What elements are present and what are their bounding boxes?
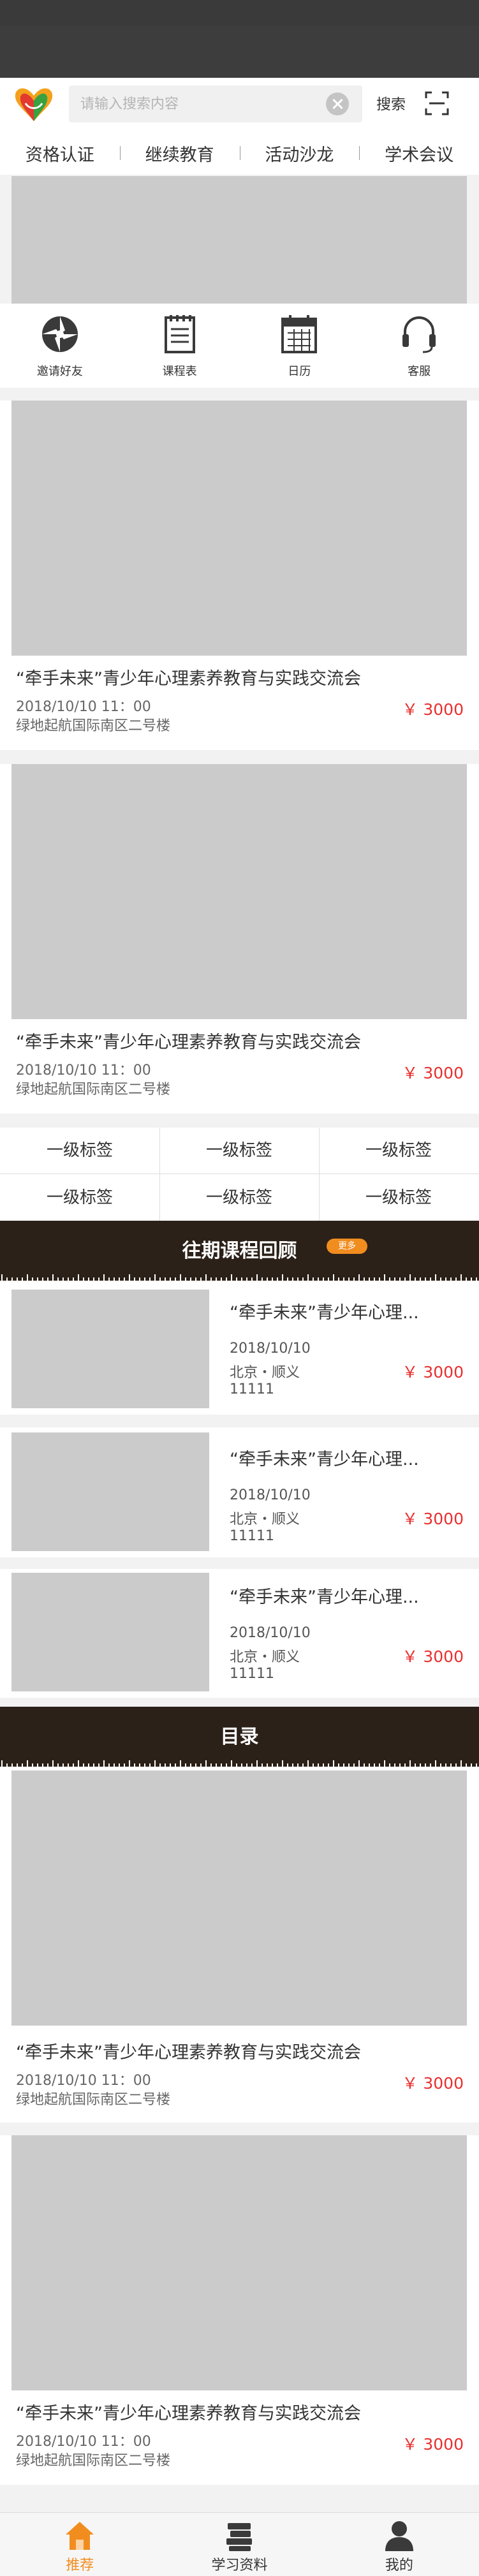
bottom-tab-bar: 推荐 学习资料 我的 (0, 2512, 479, 2576)
event-time: 2018/10/10 11：00 (16, 2073, 151, 2089)
tag-item[interactable]: 一级标签 (0, 1175, 159, 1221)
course-image (11, 1432, 209, 1551)
quick-menu: 邀请好友 课程表 日历 客服 (0, 304, 479, 388)
course-list-item[interactable]: “牵手未来”青少年心理... 2018/10/10 北京・顺义 11111 ￥ … (0, 1284, 479, 1415)
headset-icon (402, 316, 436, 353)
more-button[interactable]: 更多 (327, 1239, 367, 1254)
event-card[interactable]: “牵手未来”青少年心理素养教育与实践交流会 2018/10/10 11：00 绿… (0, 2135, 479, 2485)
tab-mine[interactable]: 我的 (320, 2513, 479, 2576)
search-button[interactable]: 搜索 (376, 92, 406, 114)
tab-label: 学习资料 (211, 2558, 268, 2573)
course-date: 2018/10/10 (230, 1625, 311, 1641)
event-price: ￥ 3000 (402, 1064, 464, 1082)
search-input[interactable] (80, 85, 323, 122)
tag-item[interactable]: 一级标签 (0, 1128, 159, 1174)
event-title: “牵手未来”青少年心理素养教育与实践交流会 (16, 1033, 361, 1052)
quick-item-label: 课程表 (162, 365, 197, 378)
event-card[interactable]: “牵手未来”青少年心理素养教育与实践交流会 2018/10/10 11：00 绿… (0, 1770, 479, 2123)
category-tabs: 资格认证 继续教育 活动沙龙 学术会议 (0, 131, 479, 175)
event-time: 2018/10/10 11：00 (16, 699, 151, 715)
course-title: “牵手未来”青少年心理... (230, 1303, 419, 1323)
course-list-item[interactable]: “牵手未来”青少年心理... 2018/10/10 北京・顺义 11111 ￥ … (0, 1569, 479, 1698)
event-title: “牵手未来”青少年心理素养教育与实践交流会 (16, 2043, 361, 2063)
section-title: 目录 (220, 1726, 259, 1748)
tag-item[interactable]: 一级标签 (319, 1128, 478, 1174)
banner-image[interactable] (11, 176, 467, 304)
section-title: 往期课程回顾 (182, 1240, 297, 1262)
course-price: ￥ 3000 (402, 1647, 464, 1666)
course-number: 11111 (230, 1528, 274, 1544)
course-location: 北京・顺义 (230, 1649, 300, 1665)
course-image (11, 1290, 209, 1408)
event-image (11, 764, 467, 1019)
tag-item[interactable]: 一级标签 (159, 1128, 319, 1174)
course-image (11, 1573, 209, 1691)
notebook-icon (164, 315, 195, 353)
books-icon (226, 2523, 253, 2551)
tag-grid: 一级标签 一级标签 一级标签 一级标签 一级标签 一级标签 (0, 1128, 479, 1221)
event-title: “牵手未来”青少年心理素养教育与实践交流会 (16, 2404, 361, 2424)
tab-continuing-education[interactable]: 继续教育 (119, 141, 240, 166)
event-time: 2018/10/10 11：00 (16, 2434, 151, 2450)
user-icon (385, 2521, 413, 2551)
tab-label: 推荐 (66, 2558, 94, 2573)
course-location: 北京・顺义 (230, 1365, 300, 1381)
clear-icon[interactable] (326, 92, 349, 115)
course-location: 北京・顺义 (230, 1512, 300, 1527)
ruler-decoration (0, 1274, 479, 1284)
event-place: 绿地起航国际南区二号楼 (16, 718, 171, 734)
quick-item-label: 日历 (288, 365, 311, 378)
tab-study-materials[interactable]: 学习资料 (159, 2513, 319, 2576)
event-time: 2018/10/10 11：00 (16, 1063, 151, 1078)
quick-item-label: 客服 (408, 365, 431, 378)
event-price: ￥ 3000 (402, 2435, 464, 2454)
quick-item-invite[interactable]: 邀请好友 (0, 304, 120, 388)
event-price: ￥ 3000 (402, 700, 464, 719)
course-date: 2018/10/10 (230, 1487, 311, 1503)
event-price: ￥ 3000 (402, 2074, 464, 2093)
course-price: ￥ 3000 (402, 1510, 464, 1528)
calendar-icon (281, 315, 318, 353)
course-price: ￥ 3000 (402, 1363, 464, 1381)
event-place: 绿地起航国际南区二号楼 (16, 1082, 171, 1098)
quick-item-schedule[interactable]: 课程表 (120, 304, 240, 388)
logo-icon (15, 88, 53, 121)
event-image (11, 1770, 467, 2026)
course-number: 11111 (230, 1381, 274, 1397)
course-number: 11111 (230, 1666, 274, 1682)
event-title: “牵手未来”青少年心理素养教育与实践交流会 (16, 669, 361, 689)
event-place: 绿地起航国际南区二号楼 (16, 2453, 171, 2469)
event-place: 绿地起航国际南区二号楼 (16, 2092, 171, 2108)
tab-label: 我的 (385, 2558, 413, 2573)
tab-qualification[interactable]: 资格认证 (0, 141, 120, 166)
tab-recommend[interactable]: 推荐 (0, 2513, 159, 2576)
status-bar (0, 0, 479, 78)
course-list-item[interactable]: “牵手未来”青少年心理... 2018/10/10 北京・顺义 11111 ￥ … (0, 1427, 479, 1557)
tab-salon[interactable]: 活动沙龙 (239, 141, 360, 166)
quick-item-service[interactable]: 客服 (359, 304, 479, 388)
tab-conference[interactable]: 学术会议 (359, 141, 479, 166)
divider (319, 1128, 320, 1221)
quick-item-label: 邀请好友 (36, 365, 83, 378)
event-image (11, 401, 467, 656)
search-box (69, 85, 362, 122)
course-title: “牵手未来”青少年心理... (230, 1450, 419, 1469)
event-card[interactable]: “牵手未来”青少年心理素养教育与实践交流会 2018/10/10 11：00 绿… (0, 401, 479, 750)
home-icon (66, 2522, 94, 2550)
course-date: 2018/10/10 (230, 1341, 311, 1357)
event-card[interactable]: “牵手未来”青少年心理素养教育与实践交流会 2018/10/10 11：00 绿… (0, 764, 479, 1114)
aperture-icon (41, 316, 78, 352)
event-image (11, 2135, 467, 2390)
scan-icon[interactable] (424, 91, 450, 116)
course-title: “牵手未来”青少年心理... (230, 1587, 419, 1607)
quick-item-calendar[interactable]: 日历 (240, 304, 360, 388)
ruler-decoration (0, 1760, 479, 1770)
tag-item[interactable]: 一级标签 (319, 1175, 478, 1221)
tag-item[interactable]: 一级标签 (159, 1175, 319, 1221)
past-courses-header: 往期课程回顾 更多 (0, 1221, 479, 1284)
divider (159, 1128, 160, 1221)
top-search-bar: 搜索 (0, 78, 479, 131)
catalog-header: 目录 (0, 1707, 479, 1770)
